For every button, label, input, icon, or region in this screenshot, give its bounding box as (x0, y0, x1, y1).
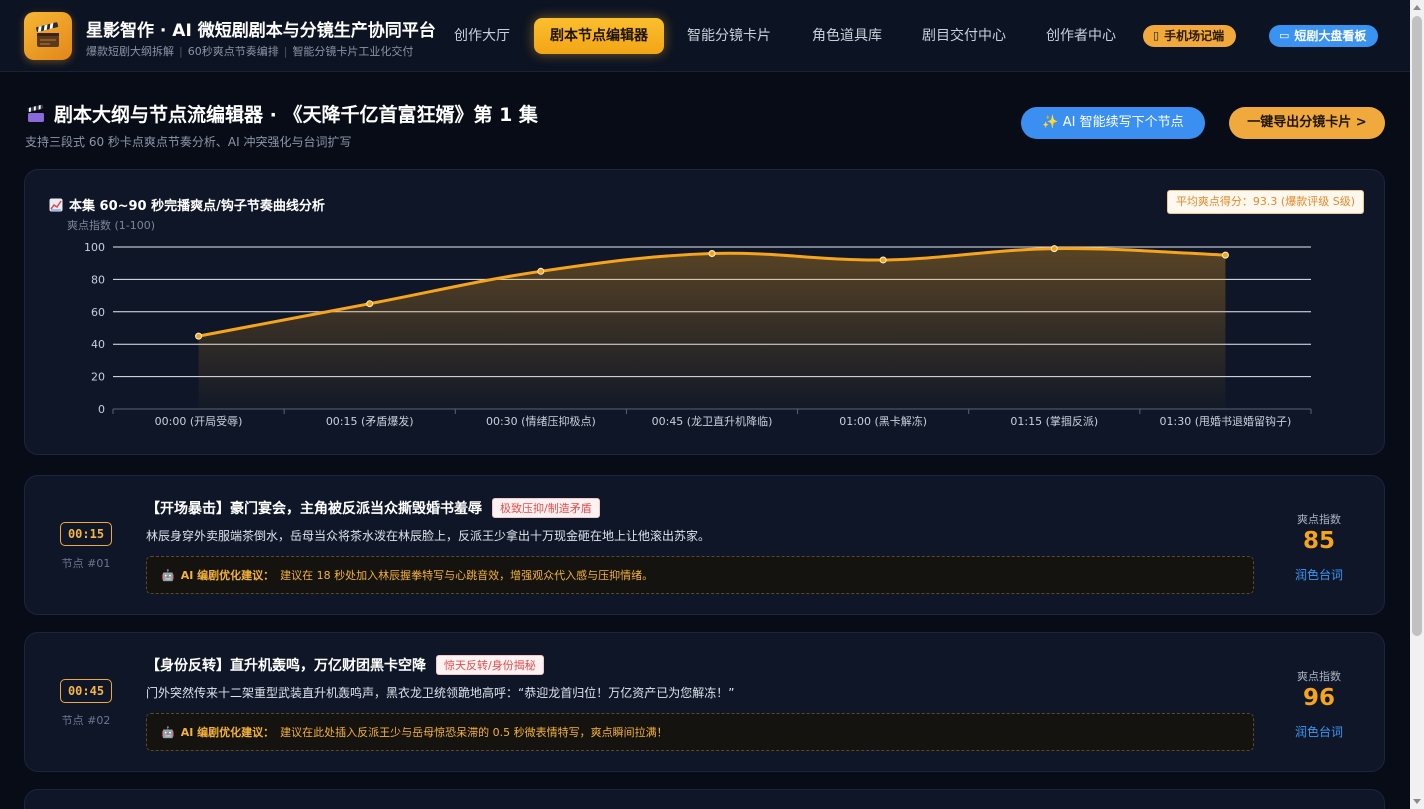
mobile-log-button[interactable]: ▯ 手机场记端 (1143, 25, 1237, 47)
x-tick-label: 01:30 (甩婚书退婚留钩子) (1160, 414, 1292, 428)
y-tick-label: 80 (91, 273, 105, 286)
score-value: 85 (1302, 528, 1335, 554)
scroll-thumb[interactable] (1412, 16, 1422, 636)
x-tick-label: 01:00 (黑卡解冻) (839, 414, 927, 428)
rhythm-curve-card: 爽点指数 (1-100) 0 20 40 60 80 100 00:00 (开局受辱) 00:1… (24, 169, 1385, 455)
page-title-text: 剧本大纲与节点流编辑器 · 《天降千亿首富狂婿》第 1 集 (54, 104, 538, 126)
nav-storyboard-cards[interactable]: 智能分镜卡片 (676, 18, 782, 54)
data-point[interactable] (708, 249, 716, 257)
data-point[interactable] (366, 300, 374, 308)
score-value: 96 (1302, 685, 1335, 711)
ai-suggestion-text: 建议在 18 秒处加入林辰握拳特写与心跳音效，增强观众代入感与压抑情绪。 (280, 569, 654, 582)
node-title: 【开场暴击】豪门宴会，主角被反派当众撕毁婚书羞辱 极致压抑/制造矛盾 (146, 498, 600, 518)
monitor-icon: ▭ (1279, 29, 1290, 42)
robot-icon: 🤖 (161, 725, 175, 739)
ai-continue-next-node-button[interactable]: ✨ AI 智能续写下个节点 (1021, 107, 1205, 139)
node-title: 【身份反转】直升机轰鸣，万亿财团黑卡空降 惊天反转/身份揭秘 (146, 655, 544, 675)
page-subtitle: 支持三段式 60 秒卡点爽点节奏分析、AI 冲突强化与台词扩写 (25, 135, 352, 149)
node-title-text: 【开场暴击】豪门宴会，主角被反派当众撕毁婚书羞辱 (146, 501, 482, 517)
node-description: 门外突然传来十二架重型武装直升机轰鸣声，黑衣龙卫统领跪地高呼：“恭迎龙首归位！万… (146, 686, 735, 700)
page-scrollbar[interactable] (1410, 0, 1424, 809)
y-tick-label: 100 (84, 241, 105, 254)
nav-script-node-editor[interactable]: 剧本节点编辑器 (534, 18, 664, 54)
y-tick-label: 40 (91, 338, 105, 351)
polish-dialogue-link[interactable]: 润色台词 (1279, 566, 1359, 583)
script-node-card[interactable]: 00:45 节点 #02 【身份反转】直升机轰鸣，万亿财团黑卡空降 惊天反转/身… (24, 632, 1385, 772)
phone-icon: ▯ (1153, 29, 1160, 42)
brand-subtitle: 爆款短剧大纲拆解 | 60秒爽点节奏编排 | 智能分镜卡片工业化交付 (86, 43, 413, 59)
node-time-badge: 00:15 (60, 522, 112, 546)
page-title: 剧本大纲与节点流编辑器 · 《天降千亿首富狂婿》第 1 集 (26, 100, 538, 127)
brand-sub-item: 爆款短剧大纲拆解 (86, 45, 174, 58)
node-tag: 惊天反转/身份揭秘 (436, 655, 544, 675)
nav-creation-hall[interactable]: 创作大厅 (442, 18, 522, 54)
node-number: 节点 #02 (61, 714, 111, 727)
ai-suggestion-box: 🤖 AI 编剧优化建议： 建议在 18 秒处加入林辰握拳特写与心跳音效，增强观众代… (146, 556, 1254, 594)
nav-character-props[interactable]: 角色道具库 (800, 18, 894, 54)
polish-dialogue-link[interactable]: 润色台词 (1279, 723, 1359, 740)
divider: | (179, 45, 183, 58)
x-tick-label: 01:15 (掌掴反派) (1010, 414, 1098, 428)
ai-suggestion-label: AI 编剧优化建议： (180, 726, 275, 739)
node-title-text: 【身份反转】直升机轰鸣，万亿财团黑卡空降 (146, 658, 426, 674)
dashboard-label: 短剧大盘看板 (1294, 29, 1367, 43)
chart-title: 本集 60~90 秒完播爽点/钩子节奏曲线分析 (49, 195, 325, 214)
data-point[interactable] (195, 332, 203, 340)
divider: | (283, 45, 288, 58)
ai-suggestion-box: 🤖 AI 编剧优化建议： 建议在此处插入反派王少与岳母惊恐呆滞的 0.5 秒微表情… (146, 713, 1254, 751)
x-tick-label: 00:00 (开局受辱) (155, 415, 243, 428)
robot-icon: 🤖 (161, 568, 175, 582)
x-tick-label: 00:30 (情绪压抑极点) (486, 414, 596, 428)
data-point[interactable] (1050, 245, 1058, 253)
data-point[interactable] (537, 267, 545, 275)
series-area (198, 248, 1226, 409)
brand-sub-item: 智能分镜卡片工业化交付 (292, 45, 414, 58)
scroll-up-arrow-icon[interactable] (1413, 5, 1421, 10)
brand-sub-item: 60秒爽点节奏编排 (187, 45, 279, 58)
script-node-card[interactable]: 00:15 节点 #01 【开场暴击】豪门宴会，主角被反派当众撕毁婚书羞辱 极致… (24, 475, 1385, 615)
dashboard-button[interactable]: ▭ 短剧大盘看板 (1269, 25, 1379, 47)
mobile-log-label: 手机场记端 (1164, 29, 1225, 43)
nav-creator-center[interactable]: 创作者中心 (1034, 18, 1128, 54)
node-time-badge: 00:45 (60, 679, 112, 703)
data-point[interactable] (1221, 251, 1229, 259)
ai-suggestion-text: 建议在此处插入反派王少与岳母惊恐呆滞的 0.5 秒微表情特写，爽点瞬间拉满！ (280, 726, 668, 739)
node-number: 节点 #01 (61, 557, 111, 570)
y-axis-label: 爽点指数 (1-100) (67, 218, 155, 232)
data-point[interactable] (879, 256, 887, 264)
ai-suggestion-label: AI 编剧优化建议： (180, 569, 275, 582)
brand-title: 星影智作 · AI 微短剧剧本与分镜生产协同平台 (86, 21, 436, 41)
x-tick-label: 00:15 (矛盾爆发) (326, 414, 414, 428)
clapperboard-icon (27, 104, 44, 122)
chart-icon (49, 198, 63, 211)
average-score-badge: 平均爽点得分：93.3 (爆款评级 S级) (1166, 190, 1364, 214)
y-tick-label: 20 (91, 371, 105, 384)
score-label: 爽点指数 (1297, 670, 1341, 683)
export-storyboard-cards-button[interactable]: 一键导出分镜卡片 > (1229, 107, 1385, 139)
nav-delivery-center[interactable]: 剧目交付中心 (910, 18, 1018, 54)
x-tick-label: 00:45 (龙卫直升机降临) (652, 414, 773, 428)
top-navigation-bar: 星影智作 · AI 微短剧剧本与分镜生产协同平台 爆款短剧大纲拆解 | 60秒爽点节… (0, 0, 1410, 72)
y-tick-label: 60 (91, 306, 105, 319)
node-tag: 极致压抑/制造矛盾 (492, 498, 600, 518)
y-tick-label: 0 (98, 403, 105, 416)
chart-title-text: 本集 60~90 秒完播爽点/钩子节奏曲线分析 (69, 199, 325, 214)
clapperboard-icon[interactable] (24, 12, 72, 60)
node-description: 林辰身穿外卖服端茶倒水，岳母当众将茶水泼在林辰脸上，反派王少拿出十万现金砸在地上… (146, 529, 711, 543)
script-node-card[interactable] (24, 789, 1385, 809)
scroll-down-arrow-icon[interactable] (1413, 799, 1421, 804)
score-label: 爽点指数 (1297, 513, 1341, 526)
